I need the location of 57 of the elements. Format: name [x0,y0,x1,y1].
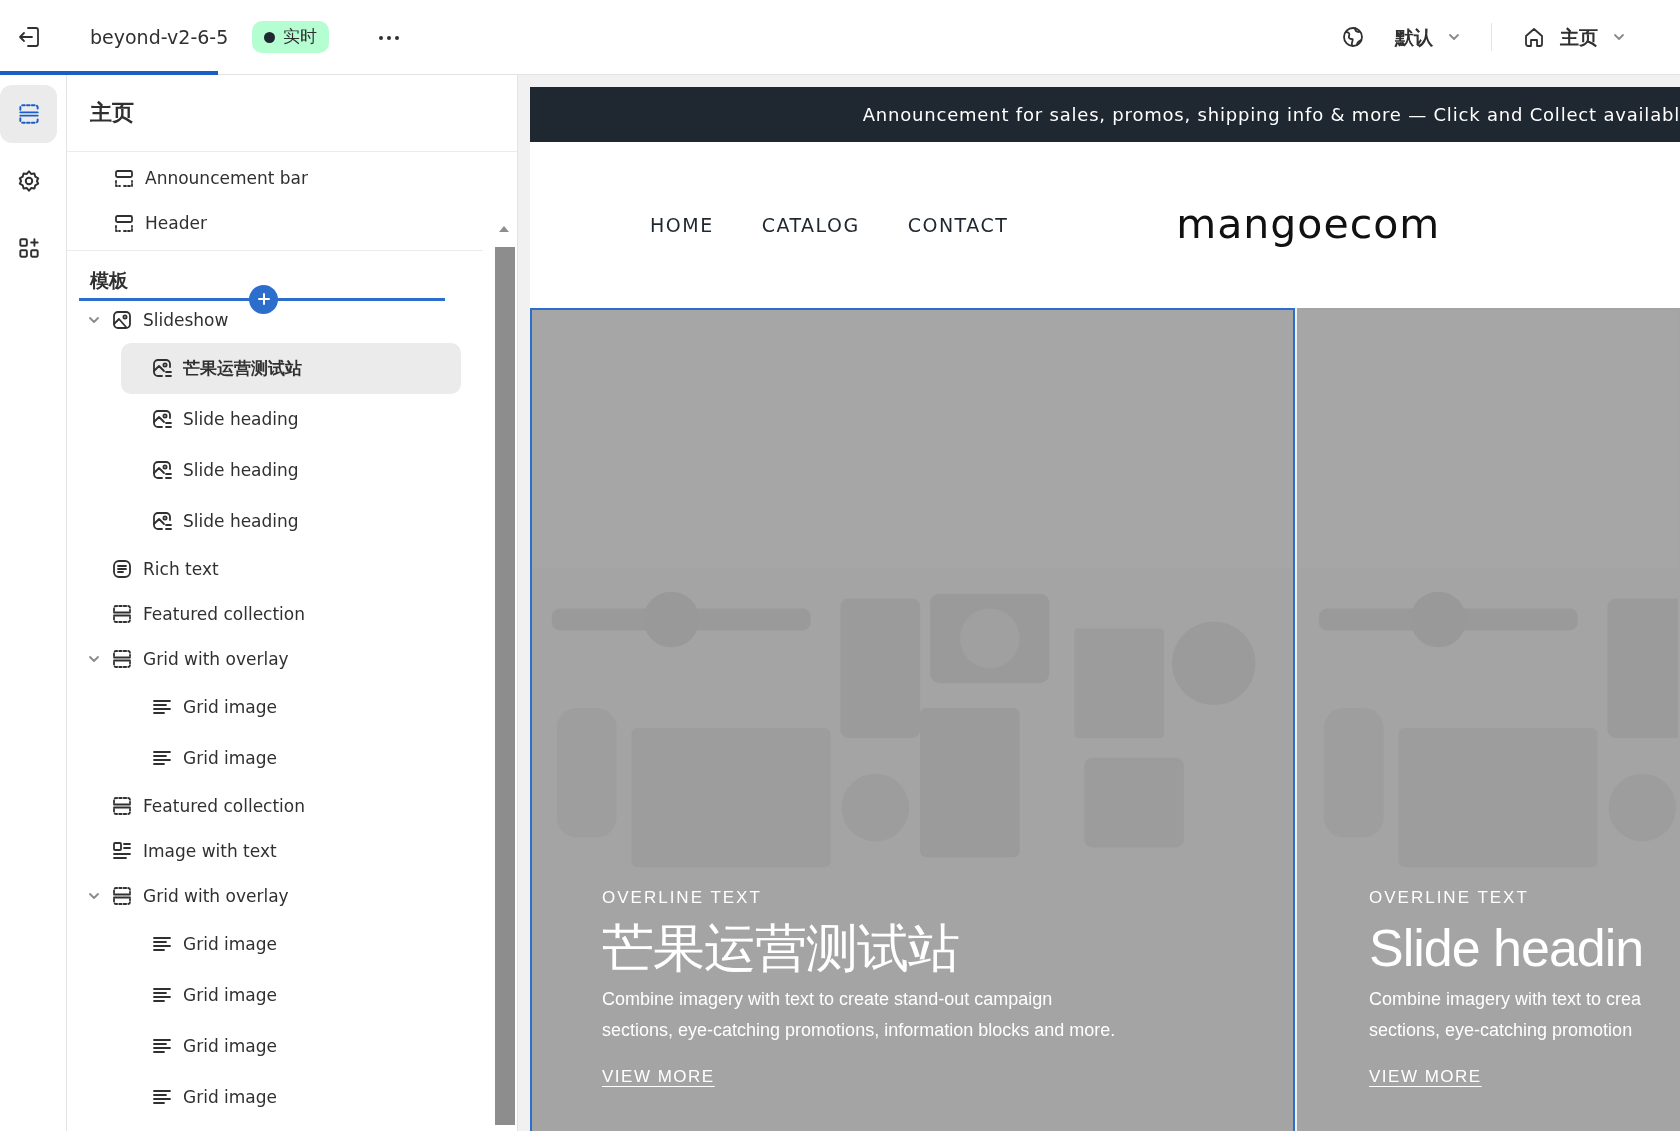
tree-item[interactable]: Slide heading [121,444,461,496]
nav-link[interactable]: HOME [650,210,714,240]
status-dot [264,31,276,43]
tree-item[interactable]: Grid image [121,1020,461,1072]
section-icon [111,648,133,671]
plus-icon[interactable] [255,291,272,308]
nav-link[interactable]: CATALOG [761,210,860,240]
tree-item[interactable]: Header [67,201,443,246]
slide-text: Combine imagery with text to crea [1369,988,1643,1012]
section-icon [111,795,133,818]
slide-text: Combine imagery with text to create stand-out campaign [602,988,1054,1012]
globe-icon [1341,25,1365,49]
slide-heading: Slide headin [1369,918,1644,979]
status-badge: 实时 [252,21,330,53]
store-logo: mangoecom [1176,199,1441,251]
section-icon [113,167,135,190]
tree-item[interactable]: Grid image [121,732,461,784]
nav-link[interactable]: CONTACT [907,210,1009,240]
image-icon [151,510,173,533]
tree-item[interactable]: Slide heading [121,393,461,445]
home-icon [1522,25,1546,49]
section-icon [113,212,135,235]
tree-item[interactable]: Featured collection [105,591,461,637]
document-icon [111,558,133,581]
image-icon [111,309,133,332]
overline-text: OVERLINE TEXT [1369,887,1530,909]
store-name: beyond-v2-6-5 [90,24,229,50]
tree-item[interactable]: Grid with overlay [105,636,461,682]
tree-item[interactable]: Grid with overlay [105,873,461,919]
more-icon[interactable] [377,33,402,42]
panel-title: 主页 [67,75,517,152]
tree-item[interactable]: Grid image [121,918,461,970]
tree-item[interactable]: 芒果运营测试站 [121,342,461,394]
tree-item[interactable]: Image with text [105,828,461,874]
tree-item[interactable]: Grid image [121,969,461,1021]
exit-icon[interactable] [16,24,42,50]
language-dropdown[interactable]: 默认 [1335,21,1467,53]
tree-item[interactable]: Grid image [121,1071,461,1123]
tree-item[interactable]: Featured collection [105,783,461,829]
tree-item[interactable]: Rich text [105,546,461,592]
page-dropdown[interactable]: 主页 [1516,21,1632,53]
tree-item[interactable]: Slideshow [105,297,461,343]
slide-heading: 芒果运营测试站 [602,918,960,979]
tree-item[interactable]: Grid image [121,681,461,733]
scroll-up-icon[interactable] [498,225,510,233]
group-title: 模板 [88,268,129,292]
overline-text: OVERLINE TEXT [602,887,763,909]
image-icon [151,357,173,380]
section-icon [111,885,133,908]
slide-text: sections, eye-catching promotion [1369,1019,1634,1043]
slide-text: sections, eye-catching promotions, information blocks and more. [602,1019,1116,1043]
tree-item[interactable]: Announcement bar [67,156,443,201]
section-icon [111,603,133,626]
tree-item[interactable]: Slide heading [121,495,461,547]
announcement-bar: Announcement for sales, promos, shipping info & more — Click and Collect availabl [530,87,1680,142]
image-icon [151,459,173,482]
image-icon [151,408,173,431]
